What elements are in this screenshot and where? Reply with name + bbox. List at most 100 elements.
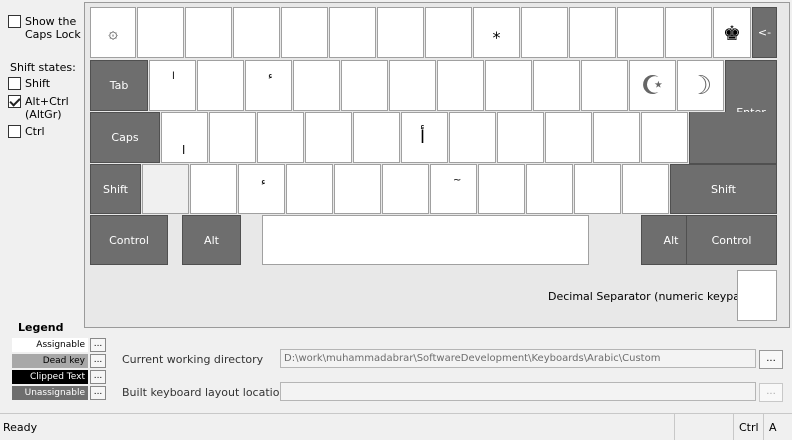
- key-w[interactable]: [197, 60, 244, 111]
- key-minus[interactable]: [617, 7, 664, 58]
- crescent-reversed-glyph: ☽: [688, 70, 713, 101]
- hamza-glyph: ء: [268, 71, 273, 82]
- status-cell-empty: [674, 414, 708, 440]
- cwd-field[interactable]: D:\work\muhammadabrar\SoftwareDevelopmen…: [280, 349, 756, 368]
- key-e[interactable]: ء: [245, 60, 292, 111]
- legend-assignable: Assignable: [12, 338, 88, 352]
- asterisk-glyph: *: [492, 28, 501, 47]
- key-f[interactable]: [305, 112, 352, 163]
- ctrl-checkbox[interactable]: [8, 125, 21, 138]
- key-5[interactable]: [329, 7, 376, 58]
- key-j[interactable]: [449, 112, 496, 163]
- key-y[interactable]: [389, 60, 436, 111]
- hamza-glyph-2: ء: [261, 177, 266, 188]
- tab-label: Tab: [109, 79, 129, 92]
- key-quote[interactable]: [641, 112, 688, 163]
- key-d[interactable]: [257, 112, 304, 163]
- key-u[interactable]: [437, 60, 484, 111]
- cwd-browse-button[interactable]: ...: [759, 350, 783, 369]
- cwd-label: Current working directory: [122, 353, 264, 366]
- key-b[interactable]: [382, 164, 429, 214]
- key-t[interactable]: [341, 60, 388, 111]
- key-comma[interactable]: [526, 164, 573, 214]
- tilde-glyph: ~: [453, 175, 462, 186]
- key-shift-left[interactable]: Shift: [90, 164, 141, 214]
- key-h[interactable]: أ: [401, 112, 448, 163]
- key-slash[interactable]: [622, 164, 669, 214]
- key-oem3[interactable]: ۞: [90, 7, 136, 58]
- key-s[interactable]: [209, 112, 256, 163]
- key-alt-left[interactable]: Alt: [182, 215, 241, 265]
- key-0[interactable]: [569, 7, 616, 58]
- key-l[interactable]: [545, 112, 592, 163]
- key-i[interactable]: [485, 60, 532, 111]
- key-k[interactable]: [497, 112, 544, 163]
- show-caps-lock-label: Show the Caps Lock: [25, 15, 81, 41]
- altgr-checkbox[interactable]: [8, 95, 21, 108]
- key-control-right[interactable]: Control: [686, 215, 777, 265]
- build-location-field[interactable]: [280, 382, 756, 401]
- key-caps[interactable]: Caps: [90, 112, 160, 163]
- show-caps-lock-checkbox[interactable]: [8, 15, 21, 28]
- key-z[interactable]: [190, 164, 237, 214]
- key-shift-right[interactable]: Shift: [670, 164, 777, 214]
- key-r[interactable]: [293, 60, 340, 111]
- key-backspace[interactable]: <-: [752, 7, 777, 58]
- key-v[interactable]: [334, 164, 381, 214]
- key-control-left[interactable]: Control: [90, 215, 168, 265]
- key-semicolon[interactable]: [593, 112, 640, 163]
- legend-dead-key-color-button[interactable]: ...: [90, 354, 106, 368]
- key-space[interactable]: [262, 215, 589, 265]
- alt-right-label: Alt: [663, 233, 679, 247]
- key-enter-lower[interactable]: [689, 112, 777, 164]
- altgr-label: Alt+Ctrl (AltGr): [25, 95, 69, 121]
- legend-unassignable: Unassignable: [12, 386, 88, 400]
- key-8[interactable]: *: [473, 7, 520, 58]
- backspace-label: <-: [757, 26, 772, 39]
- key-g[interactable]: [353, 112, 400, 163]
- key-a[interactable]: ا: [161, 112, 208, 163]
- legend-unassignable-color-button[interactable]: ...: [90, 386, 106, 400]
- key-p[interactable]: [581, 60, 628, 111]
- key-c[interactable]: [286, 164, 333, 214]
- alef-glyph: ا: [172, 71, 175, 82]
- key-4[interactable]: [281, 7, 328, 58]
- crescent-glyph: ☪: [640, 70, 665, 101]
- key-x[interactable]: ء: [238, 164, 285, 214]
- ctrl-option[interactable]: Ctrl: [8, 125, 45, 138]
- key-n[interactable]: ~: [430, 164, 477, 214]
- alt-left-label: Alt: [204, 233, 219, 247]
- status-bar: Ready Ctrl A: [0, 413, 792, 440]
- key-close-bracket[interactable]: ☽: [677, 60, 724, 111]
- key-2[interactable]: [185, 7, 232, 58]
- altgr-option[interactable]: Alt+Ctrl (AltGr): [8, 95, 69, 121]
- key-equals[interactable]: [665, 7, 712, 58]
- key-oem5[interactable]: ♚: [713, 7, 751, 58]
- key-q[interactable]: ا: [149, 60, 196, 111]
- ctrl-label: Ctrl: [25, 125, 45, 138]
- legend-assignable-color-button[interactable]: ...: [90, 338, 106, 352]
- show-caps-lock-option[interactable]: Show the Caps Lock: [8, 15, 81, 41]
- key-3[interactable]: [233, 7, 280, 58]
- key-6[interactable]: [377, 7, 424, 58]
- key-open-bracket[interactable]: ☪: [629, 60, 676, 111]
- chess-king-glyph: ♚: [723, 20, 741, 45]
- key-decimal-separator[interactable]: [737, 270, 777, 321]
- key-o[interactable]: [533, 60, 580, 111]
- key-period[interactable]: [574, 164, 621, 214]
- shift-checkbox[interactable]: [8, 77, 21, 90]
- shift-right-label: Shift: [710, 182, 736, 196]
- key-7[interactable]: [425, 7, 472, 58]
- caps-label: Caps: [111, 131, 139, 144]
- key-oem102[interactable]: [142, 164, 189, 214]
- keyboard-panel: ۞ * ♚ <- Tab ا ء ☪ ☽ Enter Caps ا أ Shif…: [84, 2, 790, 328]
- key-m[interactable]: [478, 164, 525, 214]
- legend-clipped-text-color-button[interactable]: ...: [90, 370, 106, 384]
- key-tab[interactable]: Tab: [90, 60, 148, 111]
- build-location-browse-button[interactable]: ...: [759, 383, 783, 402]
- shift-option[interactable]: Shift: [8, 77, 50, 90]
- decimal-separator-label: Decimal Separator (numeric keypad): [548, 290, 752, 303]
- key-9[interactable]: [521, 7, 568, 58]
- key-1[interactable]: [137, 7, 184, 58]
- shift-label: Shift: [25, 77, 51, 90]
